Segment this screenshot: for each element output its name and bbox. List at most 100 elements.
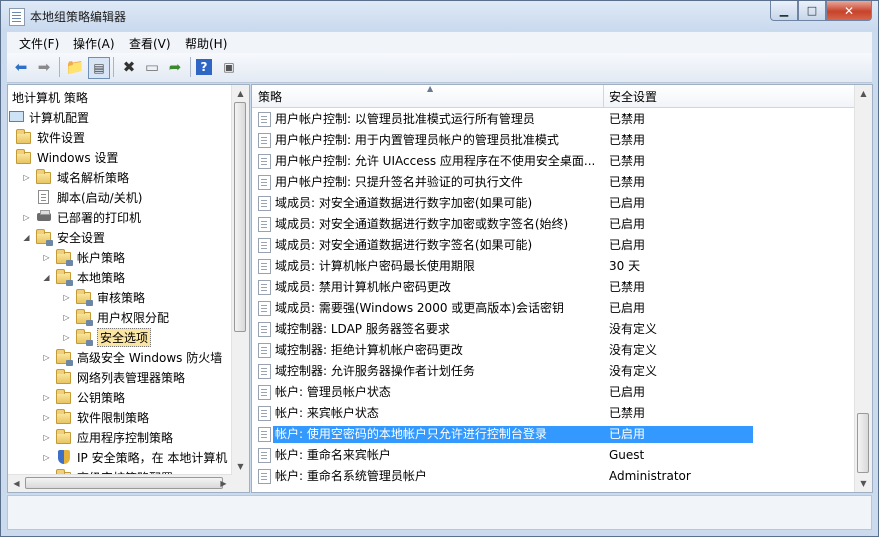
tree-item-account-policy[interactable]: ▷ 帐户策略 (42, 247, 125, 267)
collapse-arrow-icon[interactable]: ◢ (42, 273, 51, 282)
column-header-policy[interactable]: ▲ 策略 (252, 85, 604, 108)
expand-arrow-icon[interactable]: ▷ (62, 333, 71, 342)
policy-icon (258, 301, 271, 316)
expand-arrow-icon[interactable]: ▷ (42, 453, 51, 462)
policy-setting: 已禁用 (609, 280, 646, 294)
computer-icon (8, 109, 24, 125)
forward-arrow-icon[interactable]: ➡ (34, 57, 54, 77)
tree-item-app-control[interactable]: ▷ 应用程序控制策略 (42, 427, 173, 447)
tree-item-public-key[interactable]: ▷ 公钥策略 (42, 387, 125, 407)
policy-row[interactable]: 域成员: 对安全通道数据进行数字加密(如果可能) 已启用 (252, 193, 855, 214)
expand-arrow-icon[interactable]: ▷ (42, 393, 51, 402)
policy-setting: Administrator (609, 469, 691, 483)
folder-lock-icon (76, 289, 93, 306)
show-action-pane-icon[interactable]: ▣ (219, 57, 239, 77)
expand-arrow-icon[interactable]: ▷ (42, 253, 51, 262)
policy-row[interactable]: 帐户: 管理员帐户状态 已启用 (252, 382, 855, 403)
folder-lock-icon (56, 249, 73, 266)
title-bar[interactable]: 本地组策略编辑器 ▁ □ ✕ (1, 1, 878, 31)
tree-item-software-restriction[interactable]: ▷ 软件限制策略 (42, 407, 149, 427)
policy-row[interactable]: 域成员: 禁用计算机帐户密码更改 已禁用 (252, 277, 855, 298)
menu-action[interactable]: 操作(A) (73, 35, 115, 52)
export-list-icon[interactable]: ➦ (165, 57, 185, 77)
scroll-down-icon[interactable]: ▼ (855, 475, 872, 492)
close-button[interactable]: ✕ (826, 1, 872, 21)
policy-row[interactable]: 帐户: 来宾帐户状态 已禁用 (252, 403, 855, 424)
tree-item-security-settings[interactable]: ◢ 安全设置 (22, 227, 105, 247)
policy-row[interactable]: 帐户: 重命名系统管理员帐户 Administrator (252, 466, 855, 487)
policy-icon (258, 238, 271, 253)
properties-icon[interactable]: ▭ (142, 57, 162, 77)
policy-name: 域成员: 对安全通道数据进行数字加密或数字签名(始终) (275, 217, 569, 231)
collapse-arrow-icon[interactable]: ◢ (22, 233, 31, 242)
policy-row[interactable]: 帐户: 重命名来宾帐户 Guest (252, 445, 855, 466)
tree-item-network-list[interactable]: 网络列表管理器策略 (56, 367, 185, 387)
menu-file[interactable]: 文件(F) (19, 35, 59, 52)
column-header-security-setting[interactable]: 安全设置 (604, 85, 855, 108)
policy-setting: Guest (609, 448, 645, 462)
expand-arrow-icon[interactable]: ▷ (42, 433, 51, 442)
scroll-up-icon[interactable]: ▲ (855, 85, 872, 102)
policy-row[interactable]: 域成员: 对安全通道数据进行数字签名(如果可能) 已启用 (252, 235, 855, 256)
tree-item-ip-security[interactable]: ▷ IP 安全策略，在 本地计算机 (42, 447, 227, 467)
tree-item-local-policy[interactable]: ◢ 本地策略 (42, 267, 125, 287)
policy-row[interactable]: 域成员: 需要强(Windows 2000 或更高版本)会话密钥 已启用 (252, 298, 855, 319)
back-arrow-icon[interactable]: ⬅ (11, 57, 31, 77)
menu-view[interactable]: 查看(V) (129, 35, 171, 52)
folder-lock-icon (56, 349, 73, 366)
policy-row[interactable]: 用户帐户控制: 用于内置管理员帐户的管理员批准模式 已禁用 (252, 130, 855, 151)
tree-item-software-settings[interactable]: 软件设置 (16, 127, 85, 147)
expand-arrow-icon[interactable]: ▷ (22, 173, 31, 182)
tree-item-printers[interactable]: ▷ 已部署的打印机 (22, 207, 141, 227)
maximize-button[interactable]: □ (798, 1, 826, 21)
tree-horizontal-scrollbar[interactable]: ◀ ▶ (8, 474, 232, 492)
policy-row[interactable]: 用户帐户控制: 以管理员批准模式运行所有管理员 已禁用 (252, 109, 855, 130)
tree-item-user-rights[interactable]: ▷ 用户权限分配 (62, 307, 169, 327)
show-tree-icon[interactable]: ▤ (88, 57, 110, 79)
policy-name: 域成员: 对安全通道数据进行数字签名(如果可能) (275, 238, 533, 252)
expand-arrow-icon[interactable]: ▷ (42, 413, 51, 422)
policy-icon (258, 259, 271, 274)
help-icon[interactable]: ? (196, 59, 212, 75)
expand-arrow-icon[interactable]: ▷ (62, 293, 71, 302)
tree-item-dns-policy[interactable]: ▷ 域名解析策略 (22, 167, 129, 187)
tree-horizontal-thumb[interactable] (25, 477, 223, 489)
policy-name: 帐户: 重命名来宾帐户 (275, 448, 391, 462)
expand-arrow-icon[interactable]: ▷ (62, 313, 71, 322)
tree-root-label[interactable]: 地计算机 策略 (12, 89, 88, 106)
scroll-down-icon[interactable]: ▼ (232, 458, 249, 475)
scroll-up-icon[interactable]: ▲ (232, 85, 249, 102)
list-vertical-thumb[interactable] (857, 413, 869, 473)
policy-row[interactable]: 域控制器: 允许服务器操作者计划任务 没有定义 (252, 361, 855, 382)
policy-row[interactable]: 域成员: 对安全通道数据进行数字加密或数字签名(始终) 已启用 (252, 214, 855, 235)
policy-icon (258, 448, 271, 463)
tree-item-firewall[interactable]: ▷ 高级安全 Windows 防火墙 (42, 347, 222, 367)
up-folder-icon[interactable]: 📁 (65, 57, 85, 77)
delete-icon[interactable]: ✖ (119, 57, 139, 77)
policy-row[interactable]: 用户帐户控制: 允许 UIAccess 应用程序在不使用安全桌面... 已禁用 (252, 151, 855, 172)
expand-arrow-icon[interactable]: ▷ (42, 353, 51, 362)
tree-vertical-thumb[interactable] (234, 102, 246, 332)
tree-item-scripts[interactable]: 脚本(启动/关机) (36, 187, 142, 207)
policy-name: 用户帐户控制: 允许 UIAccess 应用程序在不使用安全桌面... (275, 154, 596, 168)
tree-item-security-options[interactable]: ▷ 安全选项 (62, 327, 152, 347)
tree-item-windows-settings[interactable]: Windows 设置 (16, 147, 118, 167)
tree-vertical-scrollbar[interactable]: ▲ ▼ (231, 85, 249, 475)
tree-item-audit-policy[interactable]: ▷ 审核策略 (62, 287, 145, 307)
policy-row[interactable]: 域控制器: 拒绝计算机帐户密码更改 没有定义 (252, 340, 855, 361)
expand-arrow-icon[interactable]: ▷ (22, 213, 31, 222)
policy-row[interactable]: 域控制器: LDAP 服务器签名要求 没有定义 (252, 319, 855, 340)
policy-row-selected[interactable]: 帐户: 使用空密码的本地帐户只允许进行控制台登录 已启用 (252, 424, 855, 445)
policy-row[interactable]: 用户帐户控制: 只提升签名并验证的可执行文件 已禁用 (252, 172, 855, 193)
policy-setting: 已禁用 (609, 406, 646, 420)
minimize-button[interactable]: ▁ (770, 1, 798, 21)
scroll-left-icon[interactable]: ◀ (8, 475, 25, 492)
policy-icon (258, 343, 271, 358)
folder-icon (16, 129, 32, 145)
tree-item-computer-config[interactable]: 计算机配置 (8, 107, 89, 127)
menu-help[interactable]: 帮助(H) (185, 35, 227, 52)
scroll-right-icon[interactable]: ▶ (215, 475, 232, 492)
policy-row[interactable]: 域成员: 计算机帐户密码最长使用期限 30 天 (252, 256, 855, 277)
list-vertical-scrollbar[interactable]: ▲ ▼ (854, 85, 872, 492)
policy-icon (258, 469, 271, 484)
